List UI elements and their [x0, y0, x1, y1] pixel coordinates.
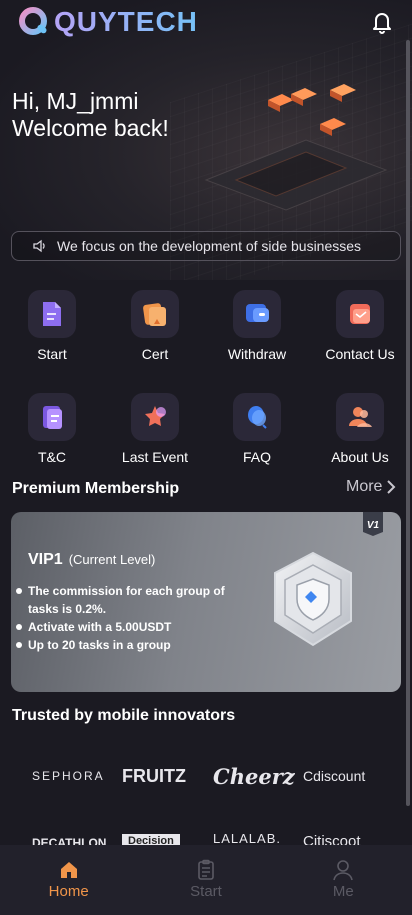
- scrollbar[interactable]: [406, 40, 410, 806]
- app-logo: QUYTECH: [18, 6, 198, 38]
- people-icon: [336, 393, 384, 441]
- menu-label: Contact Us: [325, 346, 395, 362]
- certificate-icon: [131, 290, 179, 338]
- user-icon: [333, 860, 354, 881]
- vip-benefit: Activate with a 5.00USDT: [15, 618, 245, 636]
- tab-label: Home: [48, 883, 89, 900]
- menu-item-faq[interactable]: FAQ: [207, 393, 307, 465]
- menu-label: T&C: [38, 449, 66, 465]
- document-icon: [28, 290, 76, 338]
- shield-emblem-icon: [274, 551, 352, 647]
- brand-logo: LALALAB.: [213, 831, 281, 846]
- vip-benefit: Up to 20 tasks in a group: [15, 636, 245, 654]
- more-label: More: [346, 478, 383, 495]
- home-icon: [60, 862, 77, 878]
- envelope-icon: [336, 290, 384, 338]
- menu-label: About Us: [331, 449, 389, 465]
- brand-logo: Cdiscount: [303, 768, 366, 784]
- tab-me[interactable]: Me: [275, 845, 412, 915]
- clipboard-icon: [198, 859, 214, 880]
- menu-item-withdraw[interactable]: Withdraw: [207, 290, 307, 362]
- tab-label: Me: [332, 883, 354, 900]
- wallet-icon: [233, 290, 281, 338]
- more-link[interactable]: More: [346, 478, 396, 496]
- vip-benefits: The commission for each group of tasks i…: [15, 582, 245, 654]
- notice-text: We focus on the development of side busi…: [57, 238, 362, 254]
- menu-label: Withdraw: [227, 346, 287, 362]
- vip-level-title: VIP1 (Current Level): [28, 551, 155, 569]
- brand-logo: SEPHORA: [32, 769, 105, 783]
- greeting-welcome: Welcome back!: [12, 115, 169, 141]
- hero-illustration: [204, 84, 388, 211]
- tab-label: Start: [190, 883, 222, 900]
- menu-label: FAQ: [242, 449, 271, 465]
- menu-item-tc[interactable]: T&C: [2, 393, 102, 465]
- trusted-title: Trusted by mobile innovators: [12, 707, 236, 724]
- menu-item-start[interactable]: Start: [2, 290, 102, 362]
- menu-label: Last Event: [121, 449, 189, 465]
- premium-membership-title: Premium Membership: [12, 480, 180, 497]
- vip-badge-text: V1: [367, 520, 380, 531]
- logo-q-icon: [19, 7, 47, 35]
- brand-logos: SEPHORA FRUITZ Cheerz Cdiscount DECATHLO…: [0, 760, 412, 850]
- notice-bar[interactable]: We focus on the development of side busi…: [11, 231, 401, 261]
- menu-label: Start: [37, 346, 67, 362]
- menu-label: Cert: [141, 346, 169, 362]
- brand-logo: Cheerz: [213, 764, 295, 789]
- vip-level-badge: V1: [363, 512, 383, 536]
- logo-text: QUYTECH: [54, 6, 198, 37]
- menu-item-contact-us[interactable]: Contact Us: [310, 290, 410, 362]
- vip-card[interactable]: V1 VIP1 (Current Level) The commission fo…: [11, 512, 401, 692]
- tab-home[interactable]: Home: [0, 845, 137, 915]
- menu-item-cert[interactable]: Cert: [105, 290, 205, 362]
- bell-icon[interactable]: [371, 10, 393, 34]
- brand-logo: FRUITZ: [122, 766, 186, 786]
- vip-current-level: (Current Level): [68, 552, 156, 567]
- star-icon: [131, 393, 179, 441]
- chevron-right-icon: [387, 480, 396, 494]
- speaker-icon: [33, 239, 45, 253]
- greeting-name: Hi, MJ_jmmi: [12, 88, 139, 114]
- tab-start[interactable]: Start: [137, 845, 274, 915]
- menu-item-about-us[interactable]: About Us: [310, 393, 410, 465]
- terms-icon: [28, 393, 76, 441]
- menu-item-last-event[interactable]: Last Event: [105, 393, 205, 465]
- question-icon: [233, 393, 281, 441]
- bottom-tab-bar: Home Start Me: [0, 845, 412, 915]
- vip-benefit: The commission for each group of tasks i…: [15, 582, 245, 618]
- vip-level: VIP1: [28, 551, 63, 568]
- greeting: Hi, MJ_jmmi Welcome back!: [12, 88, 169, 142]
